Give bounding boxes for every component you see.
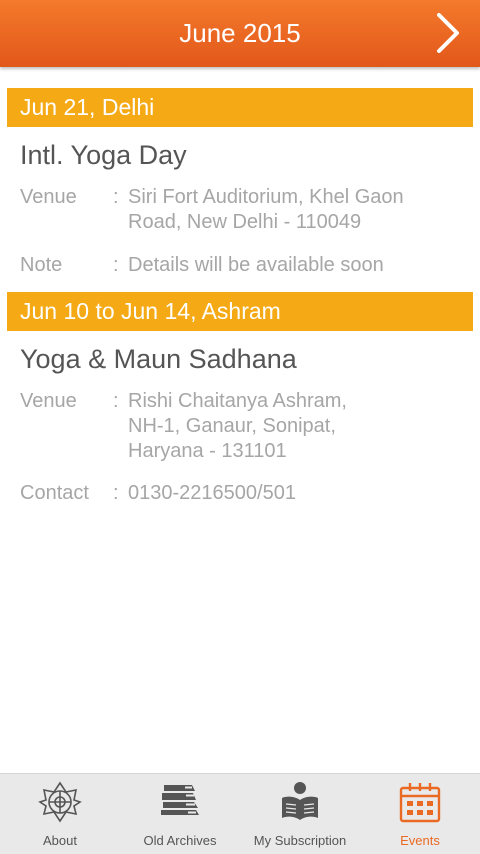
separator-colon: : [113, 482, 119, 504]
mandala-icon [38, 781, 82, 823]
tab-label: Events [400, 833, 440, 848]
contact-label: Contact [20, 482, 89, 504]
separator-colon: : [113, 186, 119, 208]
note-value: Details will be available soon [128, 254, 384, 276]
chevron-right-icon [437, 13, 459, 53]
venue-label: Venue [20, 186, 77, 208]
books-icon [161, 785, 199, 815]
venue-label: Venue [20, 390, 77, 412]
separator-colon: : [113, 254, 119, 276]
event-title[interactable]: Intl. Yoga Day [20, 140, 187, 171]
tab-my-subscription[interactable]: My Subscription [240, 774, 360, 854]
note-label: Note [20, 254, 63, 276]
venue-value: Siri Fort Auditorium, Khel Gaon Road, Ne… [128, 186, 404, 233]
calendar-icon [399, 783, 441, 823]
page-title: June 2015 [179, 18, 301, 48]
tab-label: About [43, 833, 77, 848]
header-bar: June 2015 [0, 0, 480, 67]
reader-icon [282, 782, 318, 820]
contact-value[interactable]: 0130-2216500/501 [128, 481, 448, 506]
venue-value: Rishi Chaitanya Ashram, NH-1, Ganaur, So… [128, 390, 347, 462]
bottom-tab-bar: About Old Archives My Subscription Event… [0, 773, 480, 854]
next-month-button[interactable] [428, 8, 468, 58]
tab-old-archives[interactable]: Old Archives [120, 774, 240, 854]
separator-colon: : [113, 390, 119, 412]
event-date-band: Jun 21, Delhi [7, 88, 473, 127]
tab-label: Old Archives [143, 833, 217, 848]
tab-about[interactable]: About [0, 774, 120, 854]
event-title[interactable]: Yoga & Maun Sadhana [20, 344, 297, 375]
event-date-band: Jun 10 to Jun 14, Ashram [7, 292, 473, 331]
tab-events[interactable]: Events [360, 774, 480, 854]
tab-label: My Subscription [253, 833, 347, 848]
